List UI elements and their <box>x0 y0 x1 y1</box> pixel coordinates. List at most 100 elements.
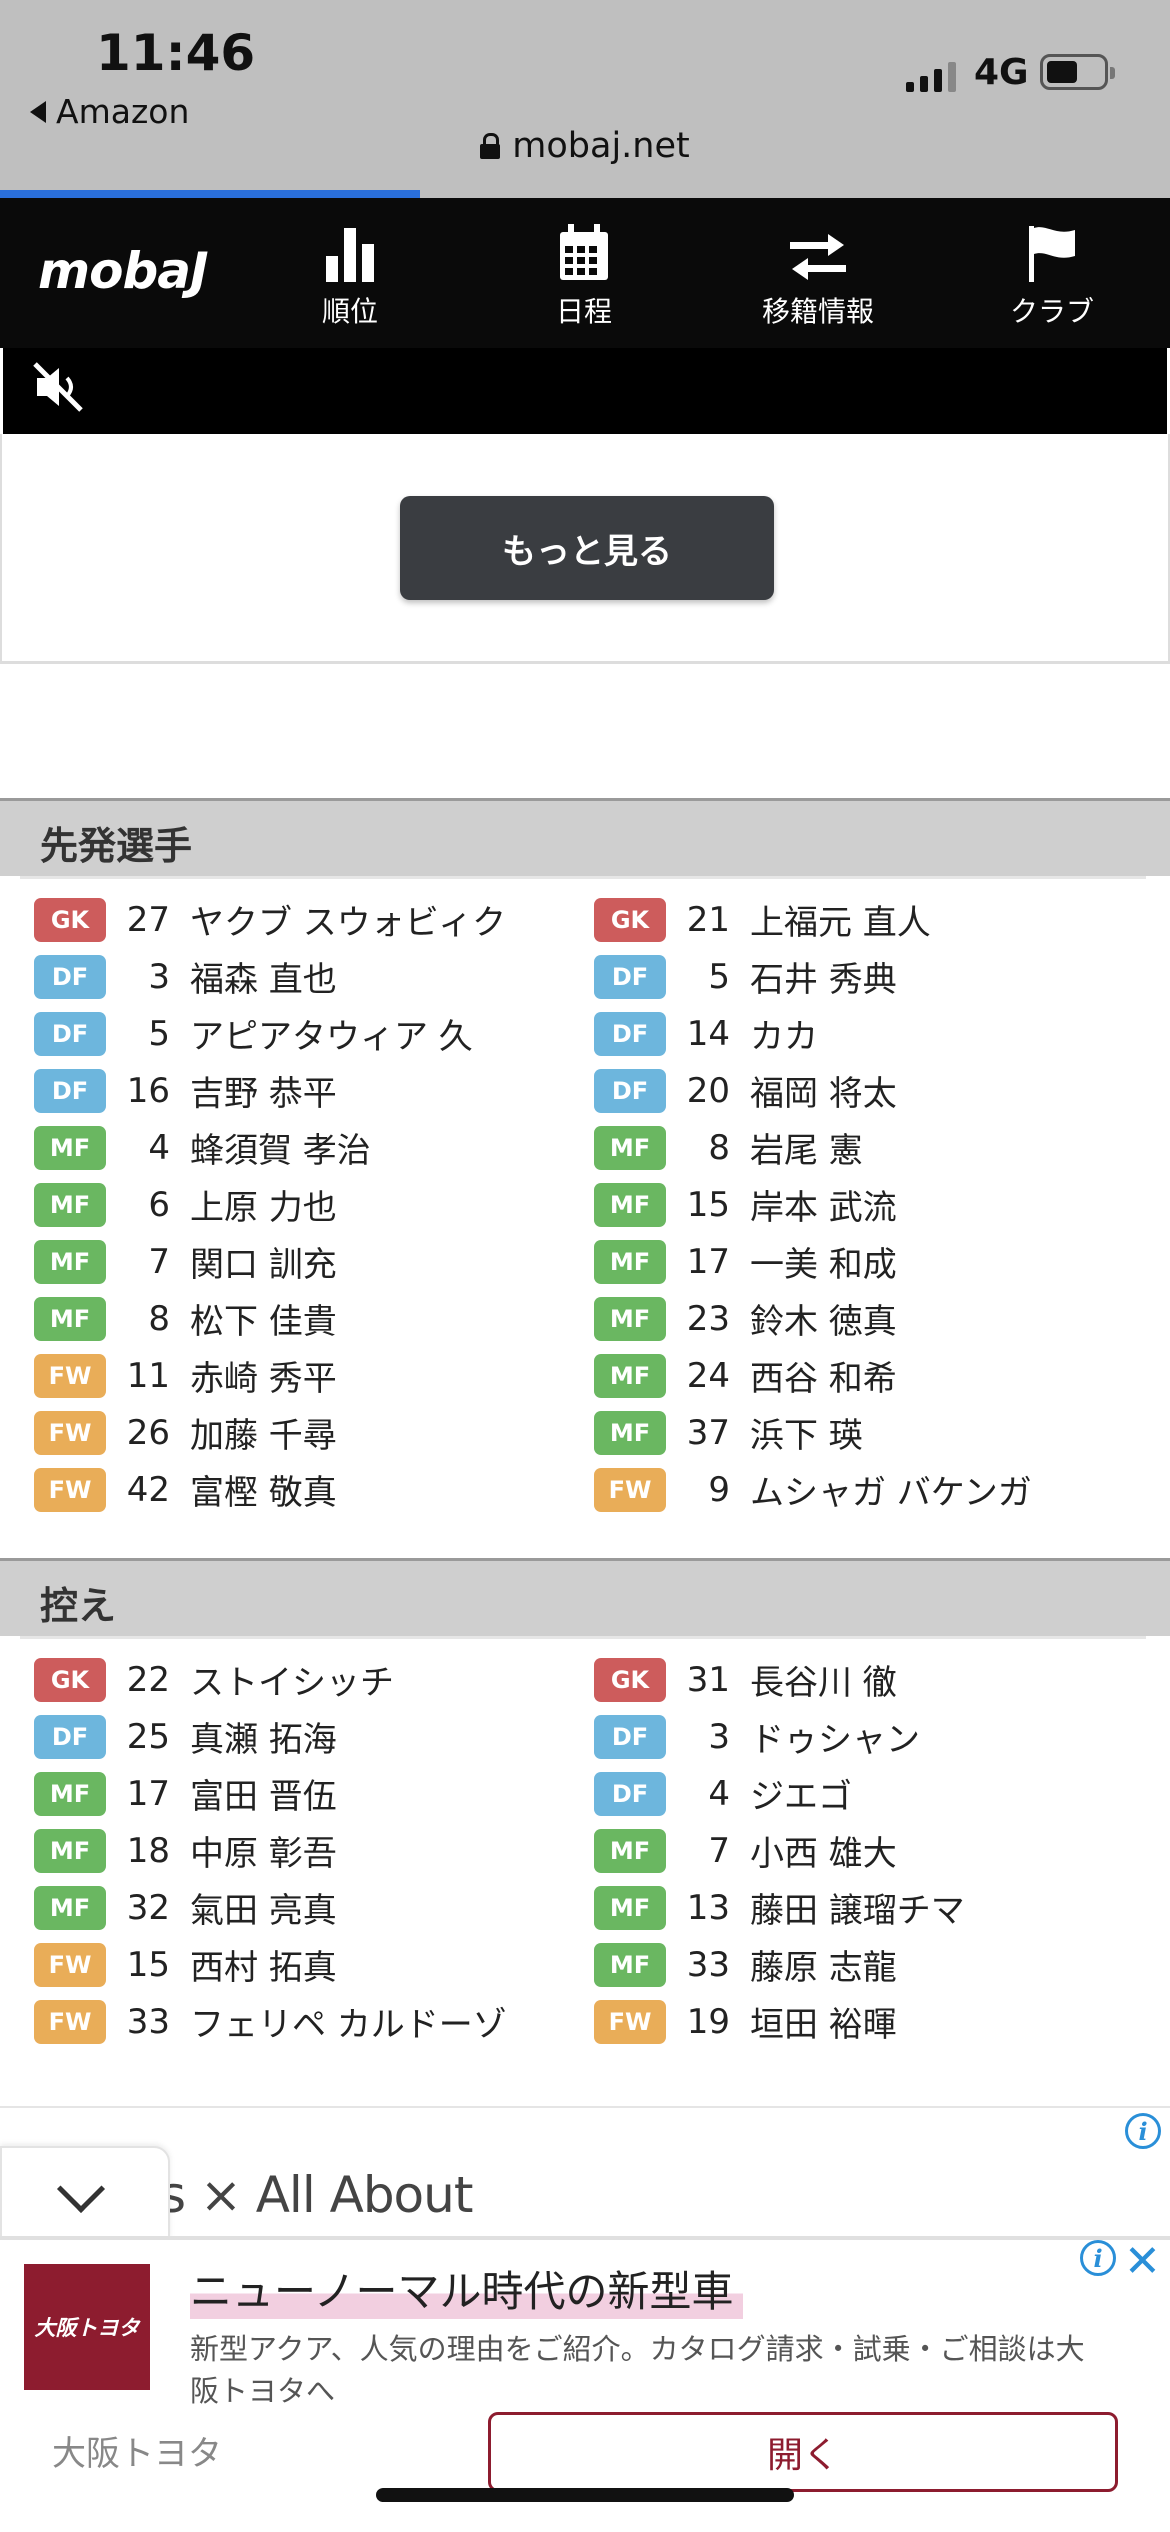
player-name[interactable]: 富樫 敬真 <box>190 1465 337 1514</box>
player-name[interactable]: 岩尾 憲 <box>750 1123 863 1172</box>
player-row[interactable]: FW 11 赤崎 秀平 <box>34 1347 594 1404</box>
player-row[interactable]: MF 8 岩尾 憲 <box>594 1119 1154 1176</box>
player-name[interactable]: 加藤 千尋 <box>190 1408 337 1457</box>
player-row[interactable]: MF 15 岸本 武流 <box>594 1176 1154 1233</box>
position-badge: FW <box>594 1999 666 2044</box>
home-indicator[interactable] <box>376 2488 794 2502</box>
player-name[interactable]: ムシャガ バケンガ <box>750 1465 1032 1514</box>
player-row[interactable]: DF 3 ドゥシャン <box>594 1708 1154 1765</box>
player-name[interactable]: 小西 雄大 <box>750 1826 897 1875</box>
player-row[interactable]: GK 31 長谷川 徹 <box>594 1651 1154 1708</box>
player-name[interactable]: 上原 力也 <box>190 1180 337 1229</box>
player-name[interactable]: 西村 拓真 <box>190 1940 337 1989</box>
player-row[interactable]: MF 17 富田 晋伍 <box>34 1765 594 1822</box>
player-name[interactable]: 西谷 和希 <box>750 1351 897 1400</box>
player-name[interactable]: 岸本 武流 <box>750 1180 897 1229</box>
advertiser-logo: 大阪トヨタ <box>24 2264 150 2390</box>
player-name[interactable]: 吉野 恭平 <box>190 1066 337 1115</box>
player-name[interactable]: 富田 晋伍 <box>190 1769 337 1818</box>
player-name[interactable]: 藤田 譲瑠チマ <box>750 1883 965 1932</box>
player-name[interactable]: 福岡 将太 <box>750 1066 897 1115</box>
player-row[interactable]: DF 16 吉野 恭平 <box>34 1062 594 1119</box>
player-row[interactable]: DF 3 福森 直也 <box>34 948 594 1005</box>
player-name[interactable]: 赤崎 秀平 <box>190 1351 337 1400</box>
player-name[interactable]: ジエゴ <box>750 1769 852 1818</box>
player-row[interactable]: MF 4 蜂須賀 孝治 <box>34 1119 594 1176</box>
player-row[interactable]: FW 33 フェリペ カルドーゾ <box>34 1993 594 2050</box>
player-row[interactable]: GK 27 ヤクブ スウォビィク <box>34 891 594 948</box>
player-row[interactable]: DF 5 石井 秀典 <box>594 948 1154 1005</box>
player-name[interactable]: 松下 佳貴 <box>190 1294 337 1343</box>
position-badge: DF <box>594 954 666 999</box>
nav-transfers[interactable]: 移籍情報 <box>718 218 918 330</box>
player-name[interactable]: 垣田 裕暉 <box>750 1997 897 2046</box>
player-name[interactable]: アピアタウィア 久 <box>190 1009 473 1058</box>
player-name[interactable]: 関口 訓充 <box>190 1237 337 1286</box>
player-row[interactable]: MF 8 松下 佳貴 <box>34 1290 594 1347</box>
player-row[interactable]: DF 25 真瀬 拓海 <box>34 1708 594 1765</box>
player-row[interactable]: DF 5 アピアタウィア 久 <box>34 1005 594 1062</box>
player-row[interactable]: MF 33 藤原 志龍 <box>594 1936 1154 1993</box>
player-row[interactable]: DF 4 ジエゴ <box>594 1765 1154 1822</box>
nav-schedule[interactable]: 日程 <box>484 218 684 330</box>
player-row[interactable]: GK 21 上福元 直人 <box>594 891 1154 948</box>
player-row[interactable]: MF 23 鈴木 徳真 <box>594 1290 1154 1347</box>
ad-title[interactable]: ニューノーマル時代の新型車 <box>190 2258 744 2319</box>
player-row[interactable]: MF 18 中原 彰吾 <box>34 1822 594 1879</box>
collapse-ad-button[interactable] <box>0 2146 170 2242</box>
ad-open-button[interactable]: 開く <box>488 2412 1118 2492</box>
player-row[interactable]: DF 14 カカ <box>594 1005 1154 1062</box>
nav-standings[interactable]: 順位 <box>250 218 450 330</box>
nav-clubs[interactable]: クラブ <box>952 218 1152 330</box>
player-name[interactable]: カカ <box>750 1009 818 1058</box>
shirt-number: 24 <box>686 1355 730 1396</box>
player-name[interactable]: 上福元 直人 <box>750 895 931 944</box>
player-row[interactable]: MF 13 藤田 譲瑠チマ <box>594 1879 1154 1936</box>
player-row[interactable]: FW 26 加藤 千尋 <box>34 1404 594 1461</box>
player-row[interactable]: MF 32 氣田 亮真 <box>34 1879 594 1936</box>
player-row[interactable]: DF 20 福岡 将太 <box>594 1062 1154 1119</box>
player-name[interactable]: ドゥシャン <box>750 1712 920 1761</box>
player-row[interactable]: MF 7 関口 訓充 <box>34 1233 594 1290</box>
player-name[interactable]: 氣田 亮真 <box>190 1883 337 1932</box>
address-bar[interactable]: mobaj.net <box>0 126 1170 166</box>
shirt-number: 37 <box>686 1412 730 1453</box>
position-badge: FW <box>34 1467 106 1512</box>
see-more-button[interactable]: もっと見る <box>400 496 774 600</box>
player-name[interactable]: ストイシッチ <box>190 1655 394 1704</box>
player-name[interactable]: 真瀬 拓海 <box>190 1712 337 1761</box>
player-row[interactable]: MF 7 小西 雄大 <box>594 1822 1154 1879</box>
shirt-number: 33 <box>686 1944 730 1985</box>
site-logo[interactable]: mobaJ <box>38 242 209 300</box>
player-row[interactable]: FW 15 西村 拓真 <box>34 1936 594 1993</box>
close-icon[interactable]: ✕ <box>1124 2236 1161 2287</box>
shirt-number: 32 <box>126 1887 170 1928</box>
player-row[interactable]: MF 17 一美 和成 <box>594 1233 1154 1290</box>
player-row[interactable]: MF 6 上原 力也 <box>34 1176 594 1233</box>
player-name[interactable]: フェリペ カルドーゾ <box>190 1997 507 2046</box>
position-badge: MF <box>594 1296 666 1341</box>
player-row[interactable]: GK 22 ストイシッチ <box>34 1651 594 1708</box>
speaker-muted-icon[interactable] <box>31 360 85 418</box>
player-name[interactable]: 福森 直也 <box>190 952 337 1001</box>
player-name[interactable]: 浜下 瑛 <box>750 1408 863 1457</box>
player-row[interactable]: FW 9 ムシャガ バケンガ <box>594 1461 1154 1518</box>
player-name[interactable]: ヤクブ スウォビィク <box>190 895 506 944</box>
player-row[interactable]: MF 24 西谷 和希 <box>594 1347 1154 1404</box>
player-name[interactable]: 藤原 志龍 <box>750 1940 897 1989</box>
ad-info-icon[interactable]: i <box>1080 2240 1116 2276</box>
player-row[interactable]: MF 37 浜下 瑛 <box>594 1404 1154 1461</box>
position-badge: MF <box>34 1828 106 1873</box>
player-name[interactable]: 一美 和成 <box>750 1237 897 1286</box>
player-row[interactable]: FW 42 富樫 敬真 <box>34 1461 594 1518</box>
position-badge: MF <box>34 1125 106 1170</box>
player-name[interactable]: 中原 彰吾 <box>190 1826 337 1875</box>
player-name[interactable]: 蜂須賀 孝治 <box>190 1123 371 1172</box>
ad-info-icon[interactable]: i <box>1125 2113 1161 2149</box>
player-name[interactable]: 鈴木 徳真 <box>750 1294 897 1343</box>
player-row[interactable]: FW 19 垣田 裕暉 <box>594 1993 1154 2050</box>
player-name[interactable]: 石井 秀典 <box>750 952 897 1001</box>
shirt-number: 42 <box>126 1469 170 1510</box>
shirt-number: 15 <box>686 1184 730 1225</box>
player-name[interactable]: 長谷川 徹 <box>750 1655 897 1704</box>
